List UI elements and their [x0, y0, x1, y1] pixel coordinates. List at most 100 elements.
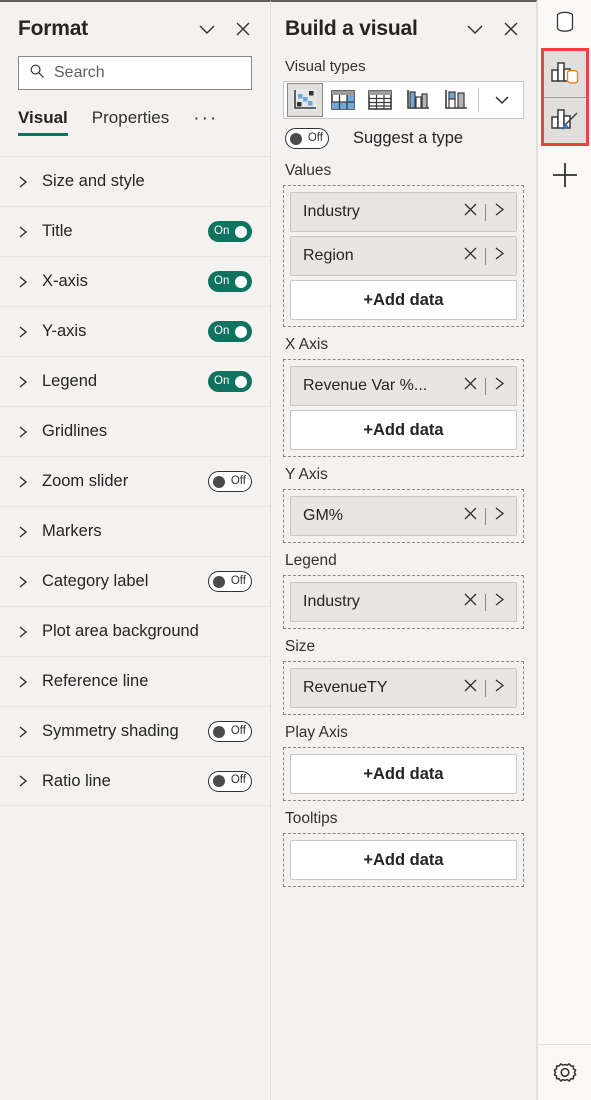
close-icon[interactable]: [498, 16, 524, 42]
field-pill[interactable]: Revenue Var %...: [290, 366, 517, 406]
matrix-table-icon[interactable]: [325, 83, 361, 117]
dropzone-tooltips[interactable]: +Add data: [283, 833, 524, 887]
chevron-right-icon[interactable]: [493, 202, 506, 222]
toggle-state-label: Off: [230, 574, 246, 587]
format-row-legend[interactable]: Legend On: [0, 356, 270, 406]
field-pill[interactable]: Industry: [290, 192, 517, 232]
build-visual-icon[interactable]: [543, 51, 586, 97]
field-group-title: Values: [285, 162, 332, 179]
field-group-values: Values Industry Region +Add data: [271, 153, 536, 327]
tab-properties[interactable]: Properties: [92, 108, 169, 136]
toggle-state-label: Off: [230, 774, 246, 787]
format-row-zoom-slider[interactable]: Zoom slider Off: [0, 456, 270, 506]
format-row-label: Y-axis: [42, 322, 87, 340]
visual-types-label: Visual types: [285, 58, 366, 75]
chevron-right-icon[interactable]: [493, 246, 506, 266]
chevron-right-icon[interactable]: [493, 592, 506, 612]
toggle-symmetry-shading[interactable]: Off: [208, 721, 252, 742]
chevron-down-icon[interactable]: [462, 16, 488, 42]
add-data-button[interactable]: +Add data: [290, 280, 517, 320]
field-pill-actions: [463, 246, 506, 266]
search-input[interactable]: [54, 64, 243, 82]
field-pill-actions: [463, 678, 506, 698]
close-icon[interactable]: [463, 202, 478, 222]
rail-highlight-group: [540, 48, 589, 146]
pill-divider: [485, 203, 486, 221]
toggle-y-axis[interactable]: On: [208, 321, 252, 342]
field-pill[interactable]: Region: [290, 236, 517, 276]
build-visual-panel: Build a visual Visual types Off Suggest …: [271, 0, 537, 1100]
toggle-title[interactable]: On: [208, 221, 252, 242]
toggle-zoom-slider[interactable]: Off: [208, 471, 252, 492]
close-icon[interactable]: [463, 592, 478, 612]
toggle-knob: [235, 325, 247, 338]
dropzone-legend[interactable]: Industry: [283, 575, 524, 629]
chevron-right-icon: [16, 575, 38, 589]
format-row-size-and-style[interactable]: Size and style: [0, 156, 270, 206]
format-row-y-axis[interactable]: Y-axis On: [0, 306, 270, 356]
format-row-x-axis[interactable]: X-axis On: [0, 256, 270, 306]
add-data-button[interactable]: +Add data: [290, 410, 517, 450]
toggle-state-label: Off: [307, 131, 323, 144]
format-row-symmetry-shading[interactable]: Symmetry shading Off: [0, 706, 270, 756]
format-row-plot-area-background[interactable]: Plot area background: [0, 606, 270, 656]
search-container: [0, 52, 270, 90]
gear-icon[interactable]: [538, 1044, 591, 1100]
format-row-gridlines[interactable]: Gridlines: [0, 406, 270, 456]
dropzone-play-axis[interactable]: +Add data: [283, 747, 524, 801]
chevron-right-icon[interactable]: [493, 376, 506, 396]
field-group-title: Tooltips: [285, 810, 338, 827]
add-plus-icon[interactable]: [538, 146, 591, 204]
close-icon[interactable]: [463, 506, 478, 526]
field-group-size: Size RevenueTY: [271, 629, 536, 715]
chevron-right-icon[interactable]: [493, 678, 506, 698]
field-pill-actions: [463, 592, 506, 612]
format-row-label: Zoom slider: [42, 472, 129, 490]
field-group-title: X Axis: [285, 336, 329, 353]
format-row-label: Title: [42, 222, 73, 240]
close-icon[interactable]: [463, 678, 478, 698]
scatter-chart-icon[interactable]: [287, 83, 323, 117]
tab-visual[interactable]: Visual: [18, 108, 68, 136]
chevron-down-icon[interactable]: [194, 16, 220, 42]
toggle-x-axis[interactable]: On: [208, 271, 252, 292]
dropzone-y-axis[interactable]: GM%: [283, 489, 524, 543]
clustered-column-chart-icon[interactable]: [400, 83, 436, 117]
toggle-ratio-line[interactable]: Off: [208, 770, 252, 792]
format-row-category-label[interactable]: Category label Off: [0, 556, 270, 606]
close-icon[interactable]: [230, 16, 256, 42]
dropzone-size[interactable]: RevenueTY: [283, 661, 524, 715]
toggle-suggest-a-type[interactable]: Off: [285, 128, 329, 149]
format-row-ratio-line[interactable]: Ratio line Off: [0, 756, 270, 806]
pill-divider: [485, 247, 486, 265]
field-pill-label: Industry: [303, 203, 360, 220]
field-group-y-axis: Y Axis GM%: [271, 457, 536, 543]
chevron-down-icon[interactable]: [484, 83, 520, 117]
pill-divider: [485, 593, 486, 611]
field-pill[interactable]: GM%: [290, 496, 517, 536]
format-row-markers[interactable]: Markers: [0, 506, 270, 556]
close-icon[interactable]: [463, 376, 478, 396]
table-icon[interactable]: [362, 83, 398, 117]
chevron-right-icon: [16, 774, 38, 788]
close-icon[interactable]: [463, 246, 478, 266]
add-data-button[interactable]: +Add data: [290, 754, 517, 794]
stacked-column-chart-icon[interactable]: [438, 83, 474, 117]
visualization-rail: [537, 0, 591, 1100]
tabs-overflow-button[interactable]: ···: [193, 109, 218, 136]
toggle-legend[interactable]: On: [208, 371, 252, 392]
search-box[interactable]: [18, 56, 252, 90]
format-row-label: Plot area background: [42, 622, 199, 640]
dropzone-x-axis[interactable]: Revenue Var %... +Add data: [283, 359, 524, 457]
format-row-reference-line[interactable]: Reference line: [0, 656, 270, 706]
format-visual-icon[interactable]: [543, 97, 586, 143]
format-row-title[interactable]: Title On: [0, 206, 270, 256]
chevron-right-icon: [16, 175, 38, 189]
toggle-category-label[interactable]: Off: [208, 571, 252, 592]
field-pill[interactable]: RevenueTY: [290, 668, 517, 708]
dropzone-values[interactable]: Industry Region +Add data: [283, 185, 524, 327]
data-cylinder-icon[interactable]: [538, 0, 591, 46]
field-pill[interactable]: Industry: [290, 582, 517, 622]
add-data-button[interactable]: +Add data: [290, 840, 517, 880]
chevron-right-icon[interactable]: [493, 506, 506, 526]
